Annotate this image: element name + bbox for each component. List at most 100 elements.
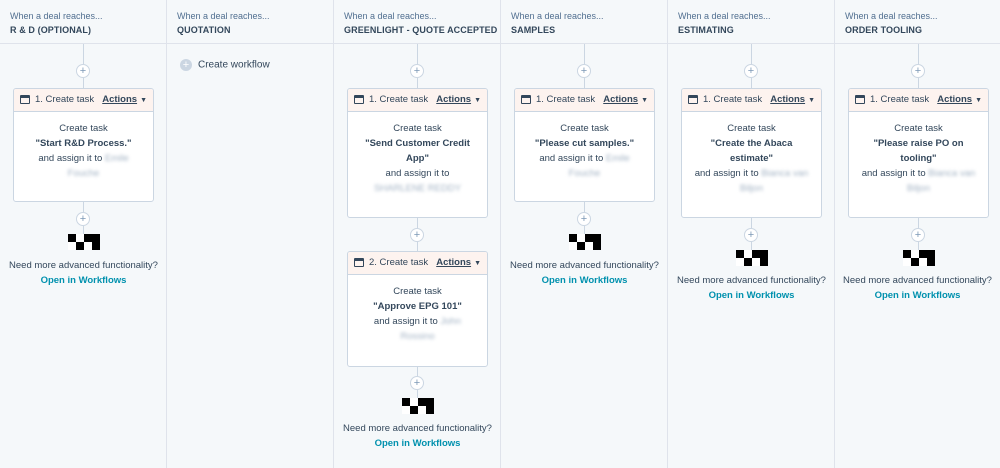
column-trigger: When a deal reaches... [344,11,437,21]
actions-dropdown[interactable]: Actions ▼ [436,257,481,268]
connector-line [417,78,418,88]
connector-line [751,44,752,64]
advanced-functionality-text: Need more advanced functionality? [677,275,826,286]
task-icon [354,258,364,267]
actions-dropdown[interactable]: Actions ▼ [937,94,982,105]
connector-line [584,44,585,64]
open-in-workflows-link[interactable]: Open in Workflows [334,438,501,449]
column-trigger: When a deal reaches... [511,11,604,21]
add-action-button[interactable]: + [577,64,591,78]
chevron-down-icon: ▼ [975,97,982,104]
card-header: 1. Create task Actions ▼ [515,89,654,112]
connector-line [584,78,585,88]
column-header: When a deal reaches... ORDER TOOLING [835,0,1000,44]
task-card[interactable]: 1. Create task Actions ▼ Create task "Ple… [514,88,655,202]
task-icon [20,95,30,104]
stage-column-rnd: When a deal reaches... R & D (OPTIONAL) … [0,0,167,468]
column-trigger: When a deal reaches... [10,11,103,21]
connector-line [83,78,84,88]
column-stage: GREENLIGHT - QUOTE ACCEPTED [344,25,498,35]
task-icon [688,95,698,104]
task-card[interactable]: 1. Create task Actions ▼ Create task "Ple… [848,88,989,218]
column-header: When a deal reaches... ESTIMATING [668,0,834,44]
card-header: 2. Create task Actions ▼ [348,252,487,275]
connector-line [417,218,418,228]
finish-flag-icon [736,250,768,266]
card-body: Create task "Send Customer Credit App" a… [365,123,470,194]
advanced-functionality-text: Need more advanced functionality? [510,260,659,271]
connector-line [751,218,752,228]
stage-column-estimating: When a deal reaches... ESTIMATING + 1. C… [668,0,835,468]
card-body: Create task "Please raise PO on tooling"… [861,123,976,194]
card-step-label: 1. Create task [536,94,596,105]
task-icon [855,95,865,104]
column-stage: ESTIMATING [678,25,734,35]
add-action-button[interactable]: + [911,228,925,242]
card-header: 1. Create task Actions ▼ [14,89,153,112]
add-action-button[interactable]: + [577,212,591,226]
open-in-workflows-link[interactable]: Open in Workflows [501,275,668,286]
chevron-down-icon: ▼ [808,97,815,104]
advanced-functionality-text: Need more advanced functionality? [9,260,158,271]
finish-flag-icon [402,398,434,414]
task-card[interactable]: 2. Create task Actions ▼ Create task "App… [347,251,488,367]
card-header: 1. Create task Actions ▼ [682,89,821,112]
chevron-down-icon: ▼ [140,97,147,104]
column-header: When a deal reaches... SAMPLES [501,0,667,44]
connector-line [417,390,418,398]
stage-column-samples: When a deal reaches... SAMPLES + 1. Crea… [501,0,668,468]
actions-dropdown[interactable]: Actions ▼ [102,94,147,105]
add-action-button[interactable]: + [410,376,424,390]
connector-line [918,44,919,64]
advanced-functionality-text: Need more advanced functionality? [843,275,992,286]
connector-line [83,44,84,64]
chevron-down-icon: ▼ [474,260,481,267]
connector-line [417,44,418,64]
column-stage: R & D (OPTIONAL) [10,25,92,35]
actions-dropdown[interactable]: Actions ▼ [436,94,481,105]
card-step-label: 1. Create task [703,94,763,105]
connector-line [584,226,585,234]
connector-line [83,202,84,212]
stage-column-greenlight: When a deal reaches... GREENLIGHT - QUOT… [334,0,501,468]
actions-dropdown[interactable]: Actions ▼ [603,94,648,105]
column-trigger: When a deal reaches... [177,11,270,21]
column-trigger: When a deal reaches... [678,11,771,21]
finish-flag-icon [903,250,935,266]
card-header: 1. Create task Actions ▼ [348,89,487,112]
connector-line [751,242,752,250]
connector-line [918,242,919,250]
column-header: When a deal reaches... QUOTATION [167,0,333,44]
card-body: Create task "Start R&D Process." and ass… [35,123,132,179]
actions-dropdown[interactable]: Actions ▼ [770,94,815,105]
connector-line [751,78,752,88]
plus-circle-icon: + [180,59,192,71]
add-action-button[interactable]: + [76,212,90,226]
card-body: Create task "Create the Abaca estimate" … [694,123,809,194]
task-card[interactable]: 1. Create task Actions ▼ Create task "Sen… [347,88,488,218]
add-action-button[interactable]: + [744,64,758,78]
create-workflow-button[interactable]: + Create workflow [180,59,270,71]
open-in-workflows-link[interactable]: Open in Workflows [835,290,1000,301]
task-icon [521,95,531,104]
column-header: When a deal reaches... R & D (OPTIONAL) [0,0,166,44]
add-action-button[interactable]: + [410,228,424,242]
add-action-button[interactable]: + [410,64,424,78]
chevron-down-icon: ▼ [641,97,648,104]
open-in-workflows-link[interactable]: Open in Workflows [668,290,835,301]
column-trigger: When a deal reaches... [845,11,938,21]
connector-line [584,202,585,212]
card-body: Create task "Approve EPG 101" and assign… [373,286,462,342]
add-action-button[interactable]: + [911,64,925,78]
connector-line [918,78,919,88]
add-action-button[interactable]: + [744,228,758,242]
task-card[interactable]: 1. Create task Actions ▼ Create task "Cre… [681,88,822,218]
open-in-workflows-link[interactable]: Open in Workflows [0,275,167,286]
connector-line [417,242,418,251]
card-step-label: 1. Create task [369,94,429,105]
add-action-button[interactable]: + [76,64,90,78]
task-card[interactable]: 1. Create task Actions ▼ Create task "Sta… [13,88,154,202]
workflow-board: When a deal reaches... R & D (OPTIONAL) … [0,0,1000,468]
finish-flag-icon [569,234,601,250]
connector-line [83,226,84,234]
